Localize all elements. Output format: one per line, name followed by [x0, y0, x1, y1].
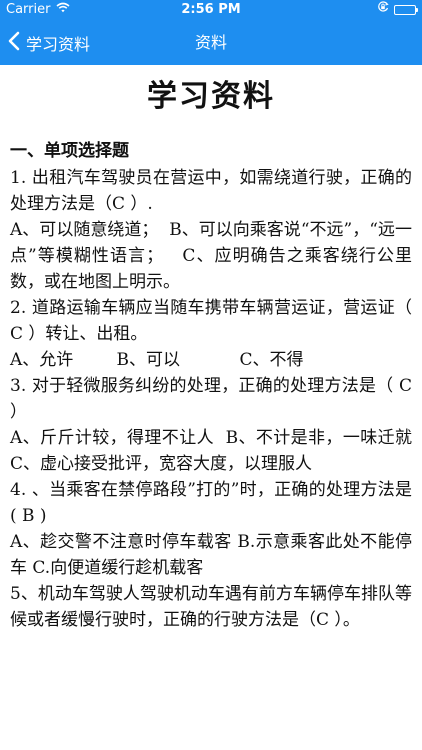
- question-line: 1. 出租汽车驾驶员在营运中，如需绕道行驶，正确的处理方法是（C ）.: [10, 168, 412, 214]
- status-right: [377, 0, 418, 20]
- back-button-label: 学习资料: [26, 34, 91, 54]
- status-bar: Carrier 2:56 PM: [0, 0, 422, 20]
- question-line: 4. 、当乘客在禁停路段”打的”时，正确的处理方法是( B ): [10, 480, 412, 526]
- answer-options-line: A、趁交警不注意时停车载客 B.示意乘客此处不能停车 C.向便道缓行趁机载客: [10, 532, 412, 578]
- question-line: 5、机动车驾驶人驾驶机动车遇有前方车辆停车排队等候或者缓慢行驶时，正确的行驶方法…: [10, 584, 412, 630]
- chevron-left-icon: [8, 31, 20, 55]
- answer-options-line: A、可以随意绕道； B、可以向乘客说“不远”，“远一点”等模糊性语言； C、应明…: [10, 220, 412, 292]
- answer-options-line: A、斤斤计较，得理不让人 B、不计是非，一味迁就 C、虚心接受批评，宽容大度，以…: [10, 428, 422, 474]
- question-line: 2. 道路运输车辆应当随车携带车辆营运证，营运证（ C ）转让、出租。: [10, 298, 418, 344]
- document-content[interactable]: 学习资料 一、单项选择题 1. 出租汽车驾驶员在营运中，如需绕道行驶，正确的处理…: [0, 65, 422, 750]
- nav-bar: 学习资料 资料: [0, 20, 422, 65]
- back-button[interactable]: 学习资料: [8, 20, 90, 65]
- answer-options-line: A、允许 B、可以 C、不得: [10, 350, 304, 370]
- battery-icon: [394, 5, 418, 15]
- document-title: 学习资料: [147, 79, 275, 114]
- question-line: 3. 对于轻微服务纠纷的处理，正确的处理方法是（ C ）: [10, 376, 418, 422]
- status-time: 2:56 PM: [181, 2, 241, 17]
- section-heading: 一、单项选择题: [10, 141, 129, 161]
- orientation-lock-icon: [377, 0, 389, 20]
